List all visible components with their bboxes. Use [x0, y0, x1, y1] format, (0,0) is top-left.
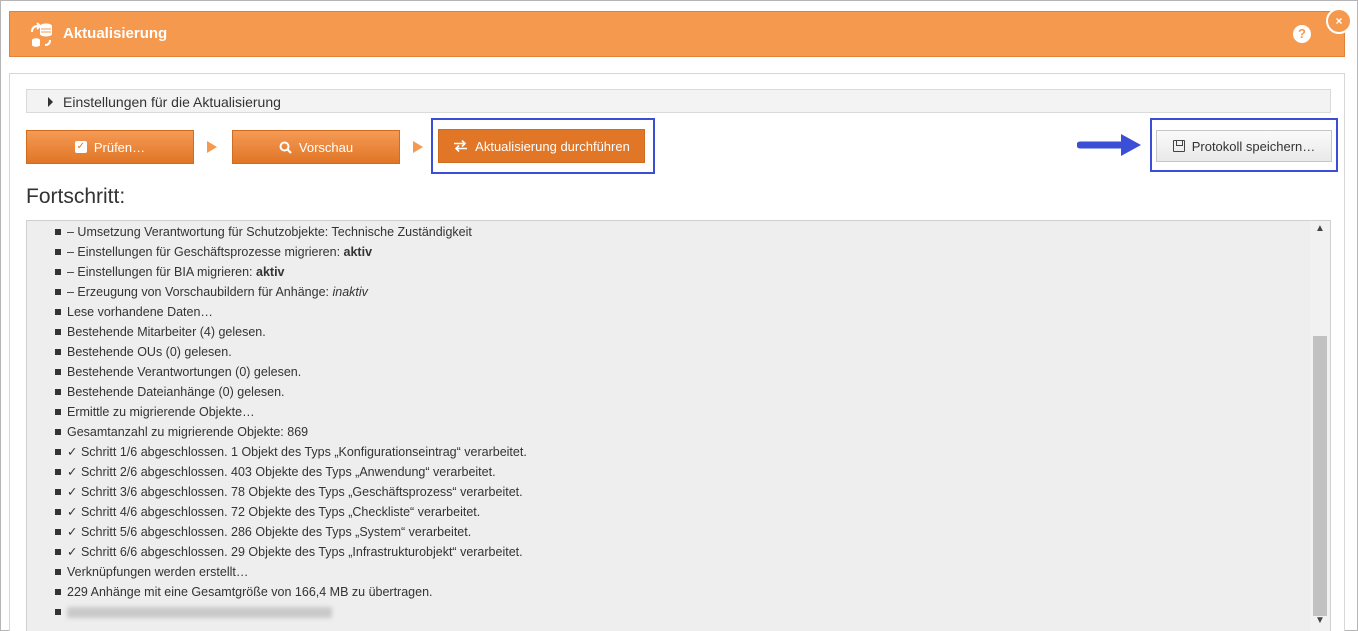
- bullet-icon: [55, 349, 61, 355]
- progress-title: Fortschritt:: [26, 185, 126, 208]
- log-item-text: – Umsetzung Verantwortung für Schutzobje…: [67, 225, 472, 239]
- log-item: Gesamtanzahl zu migrierende Objekte: 869: [27, 422, 527, 442]
- bullet-icon: [55, 509, 61, 515]
- log-item-text: ✓ Schritt 5/6 abgeschlossen. 286 Objekte…: [67, 525, 472, 539]
- database-sync-icon: [31, 22, 52, 47]
- save-disk-icon: [1172, 140, 1185, 152]
- bullet-icon: [55, 409, 61, 415]
- step-arrow-icon: [413, 141, 423, 153]
- log-item: ✓ Schritt 6/6 abgeschlossen. 29 Objekte …: [27, 542, 527, 562]
- log-list: – Umsetzung Verantwortung für Schutzobje…: [27, 222, 527, 622]
- bullet-icon: [55, 609, 61, 615]
- settings-collapsible[interactable]: Einstellungen für die Aktualisierung: [26, 89, 1331, 113]
- log-item-redacted: [27, 602, 527, 622]
- log-item-text: Lese vorhandene Daten…: [67, 305, 213, 319]
- log-item-text: Verknüpfungen werden erstellt…: [67, 565, 249, 579]
- log-item-text: Ermittle zu migrierende Objekte…: [67, 405, 255, 419]
- log-item: ✓ Schritt 2/6 abgeschlossen. 403 Objekte…: [27, 462, 527, 482]
- log-item-text: ✓ Schritt 3/6 abgeschlossen. 78 Objekte …: [67, 485, 523, 499]
- help-icon[interactable]: ?: [1293, 25, 1311, 43]
- bullet-icon: [55, 269, 61, 275]
- check-button-label: Prüfen…: [93, 139, 146, 155]
- dialog-content: Einstellungen für die Aktualisierung ✓ P…: [9, 73, 1345, 631]
- log-item-text: 229 Anhänge mit eine Gesamtgröße von 166…: [67, 585, 433, 599]
- log-item-status: aktiv: [256, 265, 285, 279]
- run-update-button[interactable]: Aktualisierung durchführen: [438, 129, 645, 163]
- bullet-icon: [55, 229, 61, 235]
- log-item-status: aktiv: [343, 245, 373, 259]
- bullet-icon: [55, 309, 61, 315]
- log-item: 229 Anhänge mit eine Gesamtgröße von 166…: [27, 582, 527, 602]
- log-item-text: Bestehende OUs (0) gelesen.: [67, 345, 232, 359]
- bullet-icon: [55, 429, 61, 435]
- dialog-titlebar: Aktualisierung ? ×: [9, 8, 1352, 57]
- log-item-text: Bestehende Verantwortungen (0) gelesen.: [67, 365, 302, 379]
- redacted-text: [67, 607, 332, 619]
- log-item: Bestehende Verantwortungen (0) gelesen.: [27, 362, 527, 382]
- close-icon[interactable]: ×: [1326, 8, 1352, 34]
- bullet-icon: [55, 589, 61, 595]
- log-item-text: Bestehende Mitarbeiter (4) gelesen.: [67, 325, 266, 339]
- bullet-icon: [55, 249, 61, 255]
- scroll-thumb[interactable]: [1313, 336, 1327, 616]
- run-update-button-label: Aktualisierung durchführen: [475, 138, 630, 154]
- bullet-icon: [55, 289, 61, 295]
- log-item-text: ✓ Schritt 4/6 abgeschlossen. 72 Objekte …: [67, 505, 481, 519]
- exchange-icon: [454, 140, 468, 152]
- log-item-status: inaktiv: [332, 285, 368, 299]
- settings-label: Einstellungen für die Aktualisierung: [63, 94, 281, 110]
- log-item: – Umsetzung Verantwortung für Schutzobje…: [27, 222, 527, 242]
- bullet-icon: [55, 329, 61, 335]
- arrow-right-icon: [1077, 134, 1141, 156]
- bullet-icon: [55, 529, 61, 535]
- bullet-icon: [55, 469, 61, 475]
- log-item: ✓ Schritt 5/6 abgeschlossen. 286 Objekte…: [27, 522, 527, 542]
- log-scrollbar[interactable]: ▲ ▼: [1310, 221, 1330, 631]
- preview-button-label: Vorschau: [298, 139, 354, 155]
- save-log-button-label: Protokoll speichern…: [1191, 138, 1316, 154]
- search-icon: [279, 141, 292, 154]
- dialog-title: Aktualisierung: [63, 25, 168, 42]
- log-item-text: ✓ Schritt 1/6 abgeschlossen. 1 Objekt de…: [67, 445, 527, 459]
- log-item-text: ✓ Schritt 6/6 abgeschlossen. 29 Objekte …: [67, 545, 523, 559]
- bullet-icon: [55, 549, 61, 555]
- scroll-up-icon[interactable]: ▲: [1314, 223, 1326, 235]
- log-item-text: – Erzeugung von Vorschaubildern für Anhä…: [67, 285, 333, 299]
- bullet-icon: [55, 489, 61, 495]
- log-item-text: Gesamtanzahl zu migrierende Objekte: 869: [67, 425, 309, 439]
- log-item: – Einstellungen für Geschäftsprozesse mi…: [27, 242, 527, 262]
- checkbox-icon: ✓: [74, 141, 87, 153]
- log-item: Ermittle zu migrierende Objekte…: [27, 402, 527, 422]
- log-item: Bestehende OUs (0) gelesen.: [27, 342, 527, 362]
- bullet-icon: [55, 389, 61, 395]
- dialog-window: Aktualisierung ? × Einstellungen für die…: [0, 0, 1358, 631]
- save-log-button[interactable]: Protokoll speichern…: [1156, 130, 1332, 162]
- log-item: Bestehende Dateianhänge (0) gelesen.: [27, 382, 527, 402]
- scroll-down-icon[interactable]: ▼: [1314, 615, 1326, 627]
- bullet-icon: [55, 569, 61, 575]
- bullet-icon: [55, 449, 61, 455]
- bullet-icon: [55, 369, 61, 375]
- log-item: ✓ Schritt 4/6 abgeschlossen. 72 Objekte …: [27, 502, 527, 522]
- log-item-text: – Einstellungen für Geschäftsprozesse mi…: [67, 245, 344, 259]
- log-item: ✓ Schritt 1/6 abgeschlossen. 1 Objekt de…: [27, 442, 527, 462]
- caret-right-icon: [48, 97, 53, 107]
- log-item-text: – Einstellungen für BIA migrieren:: [67, 265, 256, 279]
- preview-button[interactable]: Vorschau: [232, 130, 400, 164]
- log-item: Bestehende Mitarbeiter (4) gelesen.: [27, 322, 527, 342]
- progress-log[interactable]: – Umsetzung Verantwortung für Schutzobje…: [26, 220, 1331, 631]
- log-item: – Erzeugung von Vorschaubildern für Anhä…: [27, 282, 527, 302]
- log-item: Verknüpfungen werden erstellt…: [27, 562, 527, 582]
- log-item-text: ✓ Schritt 2/6 abgeschlossen. 403 Objekte…: [67, 465, 496, 479]
- check-button[interactable]: ✓ Prüfen…: [26, 130, 194, 164]
- log-item: – Einstellungen für BIA migrieren: aktiv: [27, 262, 527, 282]
- log-item: ✓ Schritt 3/6 abgeschlossen. 78 Objekte …: [27, 482, 527, 502]
- log-item-text: Bestehende Dateianhänge (0) gelesen.: [67, 385, 285, 399]
- log-item: Lese vorhandene Daten…: [27, 302, 527, 322]
- step-arrow-icon: [207, 141, 217, 153]
